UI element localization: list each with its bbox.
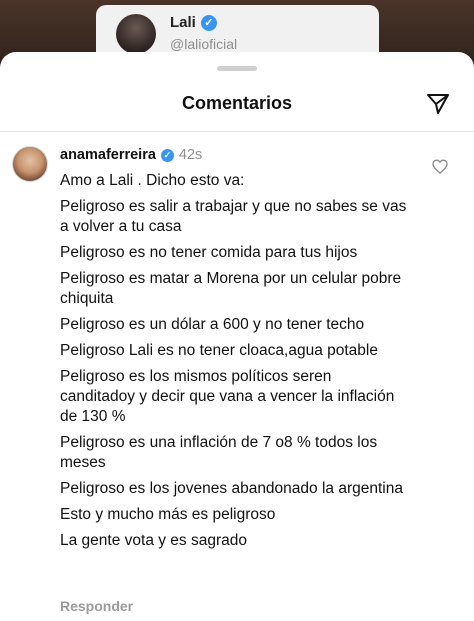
comment-line: Amo a Lali . Dicho esto va: xyxy=(60,172,245,189)
comment-line: Peligroso es los jovenes abandonado la a… xyxy=(60,480,403,497)
reply-button[interactable]: Responder xyxy=(60,598,133,614)
verified-icon: ✓ xyxy=(200,14,217,31)
verified-icon: ✓ xyxy=(160,148,174,162)
avatar[interactable] xyxy=(12,146,48,182)
comment-line: La gente vota y es sagrado xyxy=(60,532,247,549)
sheet-grabber[interactable] xyxy=(217,66,257,71)
heart-icon[interactable] xyxy=(432,159,448,174)
comment-time: 42s xyxy=(178,147,203,163)
divider xyxy=(0,131,474,132)
comment-line: Peligroso es un dólar a 600 y no tener t… xyxy=(60,316,365,333)
send-icon[interactable] xyxy=(426,93,450,115)
background-avatar xyxy=(116,14,156,54)
comment-username[interactable]: anamaferreira xyxy=(60,147,156,163)
background-name-row: Lali ✓ xyxy=(170,14,217,31)
comment-line: Peligroso es no tener comida para tus hi… xyxy=(60,244,358,261)
comments-sheet: Comentarios anamaferreira ✓ 42s Amo a La… xyxy=(0,52,474,621)
comment-line: Esto y mucho más es peligroso xyxy=(60,506,276,523)
comment-line: Peligroso es matar a Morena por un celul… xyxy=(60,270,402,307)
comment-line: Peligroso Lali es no tener cloaca,agua p… xyxy=(60,342,378,359)
sheet-title: Comentarios xyxy=(181,93,293,113)
comment-text: Amo a Lali . Dicho esto va: Peligroso es… xyxy=(60,171,410,557)
comment-line: Peligroso es los mismos políticos seren … xyxy=(60,368,395,425)
comment-header: anamaferreira ✓ 42s xyxy=(60,147,202,163)
background-handle: @lalioficial xyxy=(170,36,238,52)
comment-line: Peligroso es salir a trabajar y que no s… xyxy=(60,198,407,235)
comment-line: Peligroso es una inflación de 7 o8 % tod… xyxy=(60,434,378,471)
background-name: Lali xyxy=(170,14,196,31)
